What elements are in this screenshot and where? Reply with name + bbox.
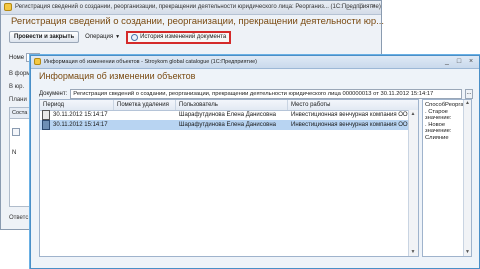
document-history-button[interactable]: История изменений документа [126, 30, 232, 44]
maximize-button[interactable]: □ [356, 2, 366, 12]
app-icon [4, 3, 12, 11]
table-row[interactable]: 30.11.2012 15:14:17 Шарафутдинова Елена … [40, 110, 413, 120]
close-button[interactable]: × [368, 2, 378, 12]
scroll-up-icon[interactable]: ▲ [409, 110, 417, 118]
scroll-down-icon[interactable]: ▼ [464, 249, 471, 256]
object-icon [42, 120, 50, 130]
add-row-icon[interactable] [12, 128, 20, 136]
app-icon [34, 58, 41, 65]
operation-menu[interactable]: Операция ▼ [85, 34, 120, 40]
form-label: В форм [9, 71, 31, 77]
minimize-button[interactable]: _ [344, 2, 354, 12]
change-details-panel: СпособРеорганизации: . Старое значение: … [422, 99, 472, 257]
change-details-text: СпособРеорганизации: . Старое значение: … [425, 102, 471, 141]
back-titlebar[interactable]: Регистрация сведений о создании, реорган… [1, 1, 381, 15]
clock-icon [131, 33, 139, 41]
composition-panel: Соста N [9, 107, 31, 207]
document-row: Документ: Регистрация сведений о создани… [39, 88, 473, 99]
details-scrollbar[interactable]: ▲ ▼ [463, 100, 471, 256]
responsible-label: Ответс [9, 215, 29, 221]
planned-label: Плани [9, 97, 27, 103]
document-label: Документ: [39, 90, 68, 97]
document-select-button[interactable]: ... [465, 88, 473, 99]
document-history-label: История изменений документа [140, 34, 227, 40]
column-workplace[interactable]: Место работы [288, 100, 420, 110]
back-page-title: Регистрация сведений о создании, реорган… [11, 16, 385, 27]
front-page-title: Информация об изменении объектов [39, 71, 196, 81]
change-info-window: Информация об изменении объектов - Stroy… [30, 55, 480, 269]
maximize-button[interactable]: □ [454, 57, 464, 67]
chevron-down-icon: ▼ [115, 34, 121, 40]
close-button[interactable]: × [466, 57, 476, 67]
back-toolbar: Провести и закрыть Операция ▼ История из… [9, 30, 232, 44]
n-column-header: N [12, 150, 17, 156]
cell-workplace: Инвестиционная венчурная компания ООО [291, 122, 413, 128]
table-row-selected[interactable]: 30.11.2012 15:14:17 Шарафутдинова Елена … [40, 120, 413, 130]
number-label: Номе [9, 54, 25, 61]
back-window-title: Регистрация сведений о создании, реорган… [15, 4, 381, 10]
minimize-button[interactable]: _ [442, 57, 452, 67]
cell-user: Шарафутдинова Елена Данисовна [179, 112, 277, 118]
post-and-close-button[interactable]: Провести и закрыть [9, 31, 80, 43]
column-period[interactable]: Период [40, 100, 114, 110]
cell-deletion-mark [114, 120, 117, 130]
cell-period: 30.11.2012 15:14:17 [53, 112, 108, 118]
document-field[interactable]: Регистрация сведений о создании, реорган… [70, 88, 462, 99]
composition-tab[interactable]: Соста [10, 108, 30, 119]
cell-deletion-mark [114, 110, 117, 120]
cell-workplace: Инвестиционная венчурная компания ООО [291, 112, 413, 118]
front-titlebar[interactable]: Информация об изменении объектов - Stroy… [31, 56, 479, 69]
cell-user: Шарафутдинова Елена Данисовна [179, 122, 277, 128]
front-window-title: Информация об изменении объектов - Stroy… [44, 59, 257, 65]
operation-label: Операция [85, 34, 114, 40]
column-deletion-mark[interactable]: Пометка удаления [114, 100, 176, 110]
cell-period: 30.11.2012 15:14:17 [53, 122, 108, 128]
scroll-up-icon[interactable]: ▲ [464, 100, 471, 107]
table-scrollbar[interactable]: ▲ ▼ [408, 110, 418, 256]
scroll-down-icon[interactable]: ▼ [409, 248, 417, 256]
org-label: В юр. [9, 84, 25, 90]
column-user[interactable]: Пользователь [176, 100, 288, 110]
object-icon [42, 110, 50, 120]
changes-table: Период Пометка удаления Пользователь Мес… [39, 99, 419, 257]
